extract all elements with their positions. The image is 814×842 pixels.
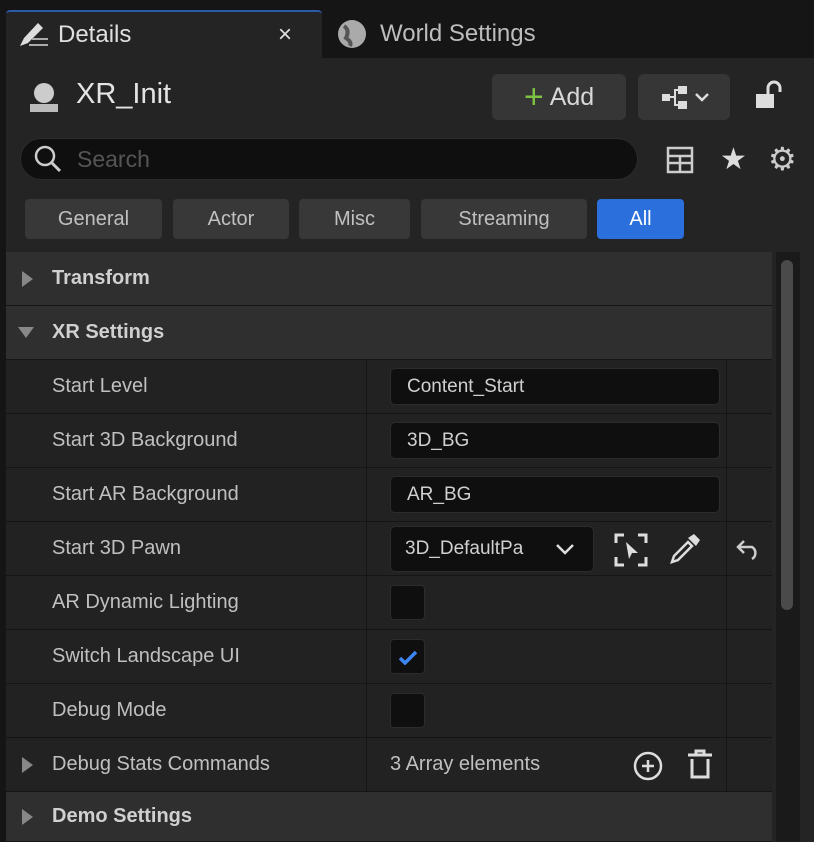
- tab-label: World Settings: [380, 20, 536, 47]
- details-pencil-icon: [20, 23, 48, 46]
- add-label: Add: [549, 82, 595, 111]
- scrollbar-track[interactable]: [776, 252, 800, 842]
- category-label: Demo Settings: [52, 805, 193, 827]
- property-label: AR Dynamic Lighting: [52, 591, 239, 613]
- actor-icon: [30, 83, 58, 112]
- filter-streaming[interactable]: Streaming: [421, 199, 587, 239]
- filter-actor[interactable]: Actor: [173, 199, 289, 239]
- search-box[interactable]: [20, 138, 638, 180]
- reset-arrow-icon[interactable]: [736, 538, 762, 560]
- category-label: Transform: [52, 267, 150, 289]
- chevron-down-icon: [556, 543, 574, 555]
- property-row-debug-stats-commands[interactable]: Debug Stats Commands 3 Array elements: [6, 738, 772, 792]
- start-level-field[interactable]: Content_Start: [390, 368, 720, 405]
- scrollbar-thumb[interactable]: [781, 260, 793, 610]
- blueprint-dropdown-button[interactable]: [638, 74, 730, 120]
- property-row-start-level: Start Level Content_Start: [6, 360, 772, 414]
- array-count: 3 Array elements: [390, 753, 541, 775]
- expand-arrow-icon: [22, 756, 33, 773]
- start-3d-pawn-dropdown[interactable]: 3D_DefaultPa: [390, 525, 594, 572]
- settings-gear-icon[interactable]: ⚙: [768, 140, 797, 178]
- property-matrix-icon[interactable]: [666, 146, 694, 174]
- property-label: Switch Landscape UI: [52, 645, 240, 667]
- property-label: Start 3D Background: [52, 429, 238, 451]
- collapse-arrow-icon: [18, 327, 34, 338]
- globe-icon: [338, 20, 366, 48]
- switch-landscape-ui-checkbox[interactable]: [390, 639, 425, 674]
- property-label: Debug Mode: [52, 699, 167, 721]
- expand-arrow-icon: [22, 270, 33, 287]
- start-ar-background-field[interactable]: AR_BG: [390, 476, 720, 513]
- actor-title: XR_Init: [76, 78, 172, 110]
- property-label: Start 3D Pawn: [52, 537, 181, 559]
- add-button[interactable]: + Add: [492, 74, 626, 120]
- trash-icon[interactable]: [686, 748, 714, 780]
- start-3d-background-field[interactable]: 3D_BG: [390, 422, 720, 459]
- ar-dynamic-lighting-checkbox[interactable]: [390, 585, 425, 620]
- property-row-start-3d-background: Start 3D Background 3D_BG: [6, 414, 772, 468]
- category-xr-settings[interactable]: XR Settings: [6, 306, 772, 360]
- tab-label: Details: [58, 21, 132, 48]
- lock-open-icon[interactable]: [754, 80, 786, 112]
- filter-misc[interactable]: Misc: [299, 199, 410, 239]
- filter-general[interactable]: General: [25, 199, 162, 239]
- property-row-switch-landscape-ui: Switch Landscape UI: [6, 630, 772, 684]
- property-row-debug-mode: Debug Mode: [6, 684, 772, 738]
- category-transform[interactable]: Transform: [6, 252, 772, 306]
- favorites-star-icon[interactable]: ★: [720, 142, 747, 177]
- expand-arrow-icon: [22, 808, 33, 825]
- debug-mode-checkbox[interactable]: [390, 693, 425, 728]
- eyedropper-icon[interactable]: [668, 532, 702, 566]
- property-label: Start AR Background: [52, 483, 239, 505]
- filter-all[interactable]: All: [597, 199, 684, 239]
- select-actor-icon[interactable]: [614, 533, 648, 567]
- search-input[interactable]: [77, 145, 597, 173]
- close-tab-button[interactable]: ×: [278, 21, 292, 49]
- blueprint-icon: [662, 86, 709, 109]
- tab-details[interactable]: Details ×: [6, 10, 322, 58]
- category-label: XR Settings: [52, 321, 165, 343]
- property-row-ar-dynamic-lighting: AR Dynamic Lighting: [6, 576, 772, 630]
- tab-world-settings[interactable]: World Settings: [336, 10, 536, 58]
- property-label: Start Level: [52, 375, 148, 397]
- checkmark-icon: [398, 650, 417, 665]
- add-element-icon[interactable]: [632, 750, 664, 782]
- plus-icon: +: [523, 78, 544, 116]
- search-icon: [34, 145, 62, 173]
- property-label: Debug Stats Commands: [52, 753, 270, 775]
- property-row-start-ar-background: Start AR Background AR_BG: [6, 468, 772, 522]
- dropdown-value: 3D_DefaultPa: [405, 537, 524, 559]
- category-demo-settings[interactable]: Demo Settings: [6, 792, 772, 842]
- property-row-start-3d-pawn: Start 3D Pawn 3D_DefaultPa: [6, 522, 772, 576]
